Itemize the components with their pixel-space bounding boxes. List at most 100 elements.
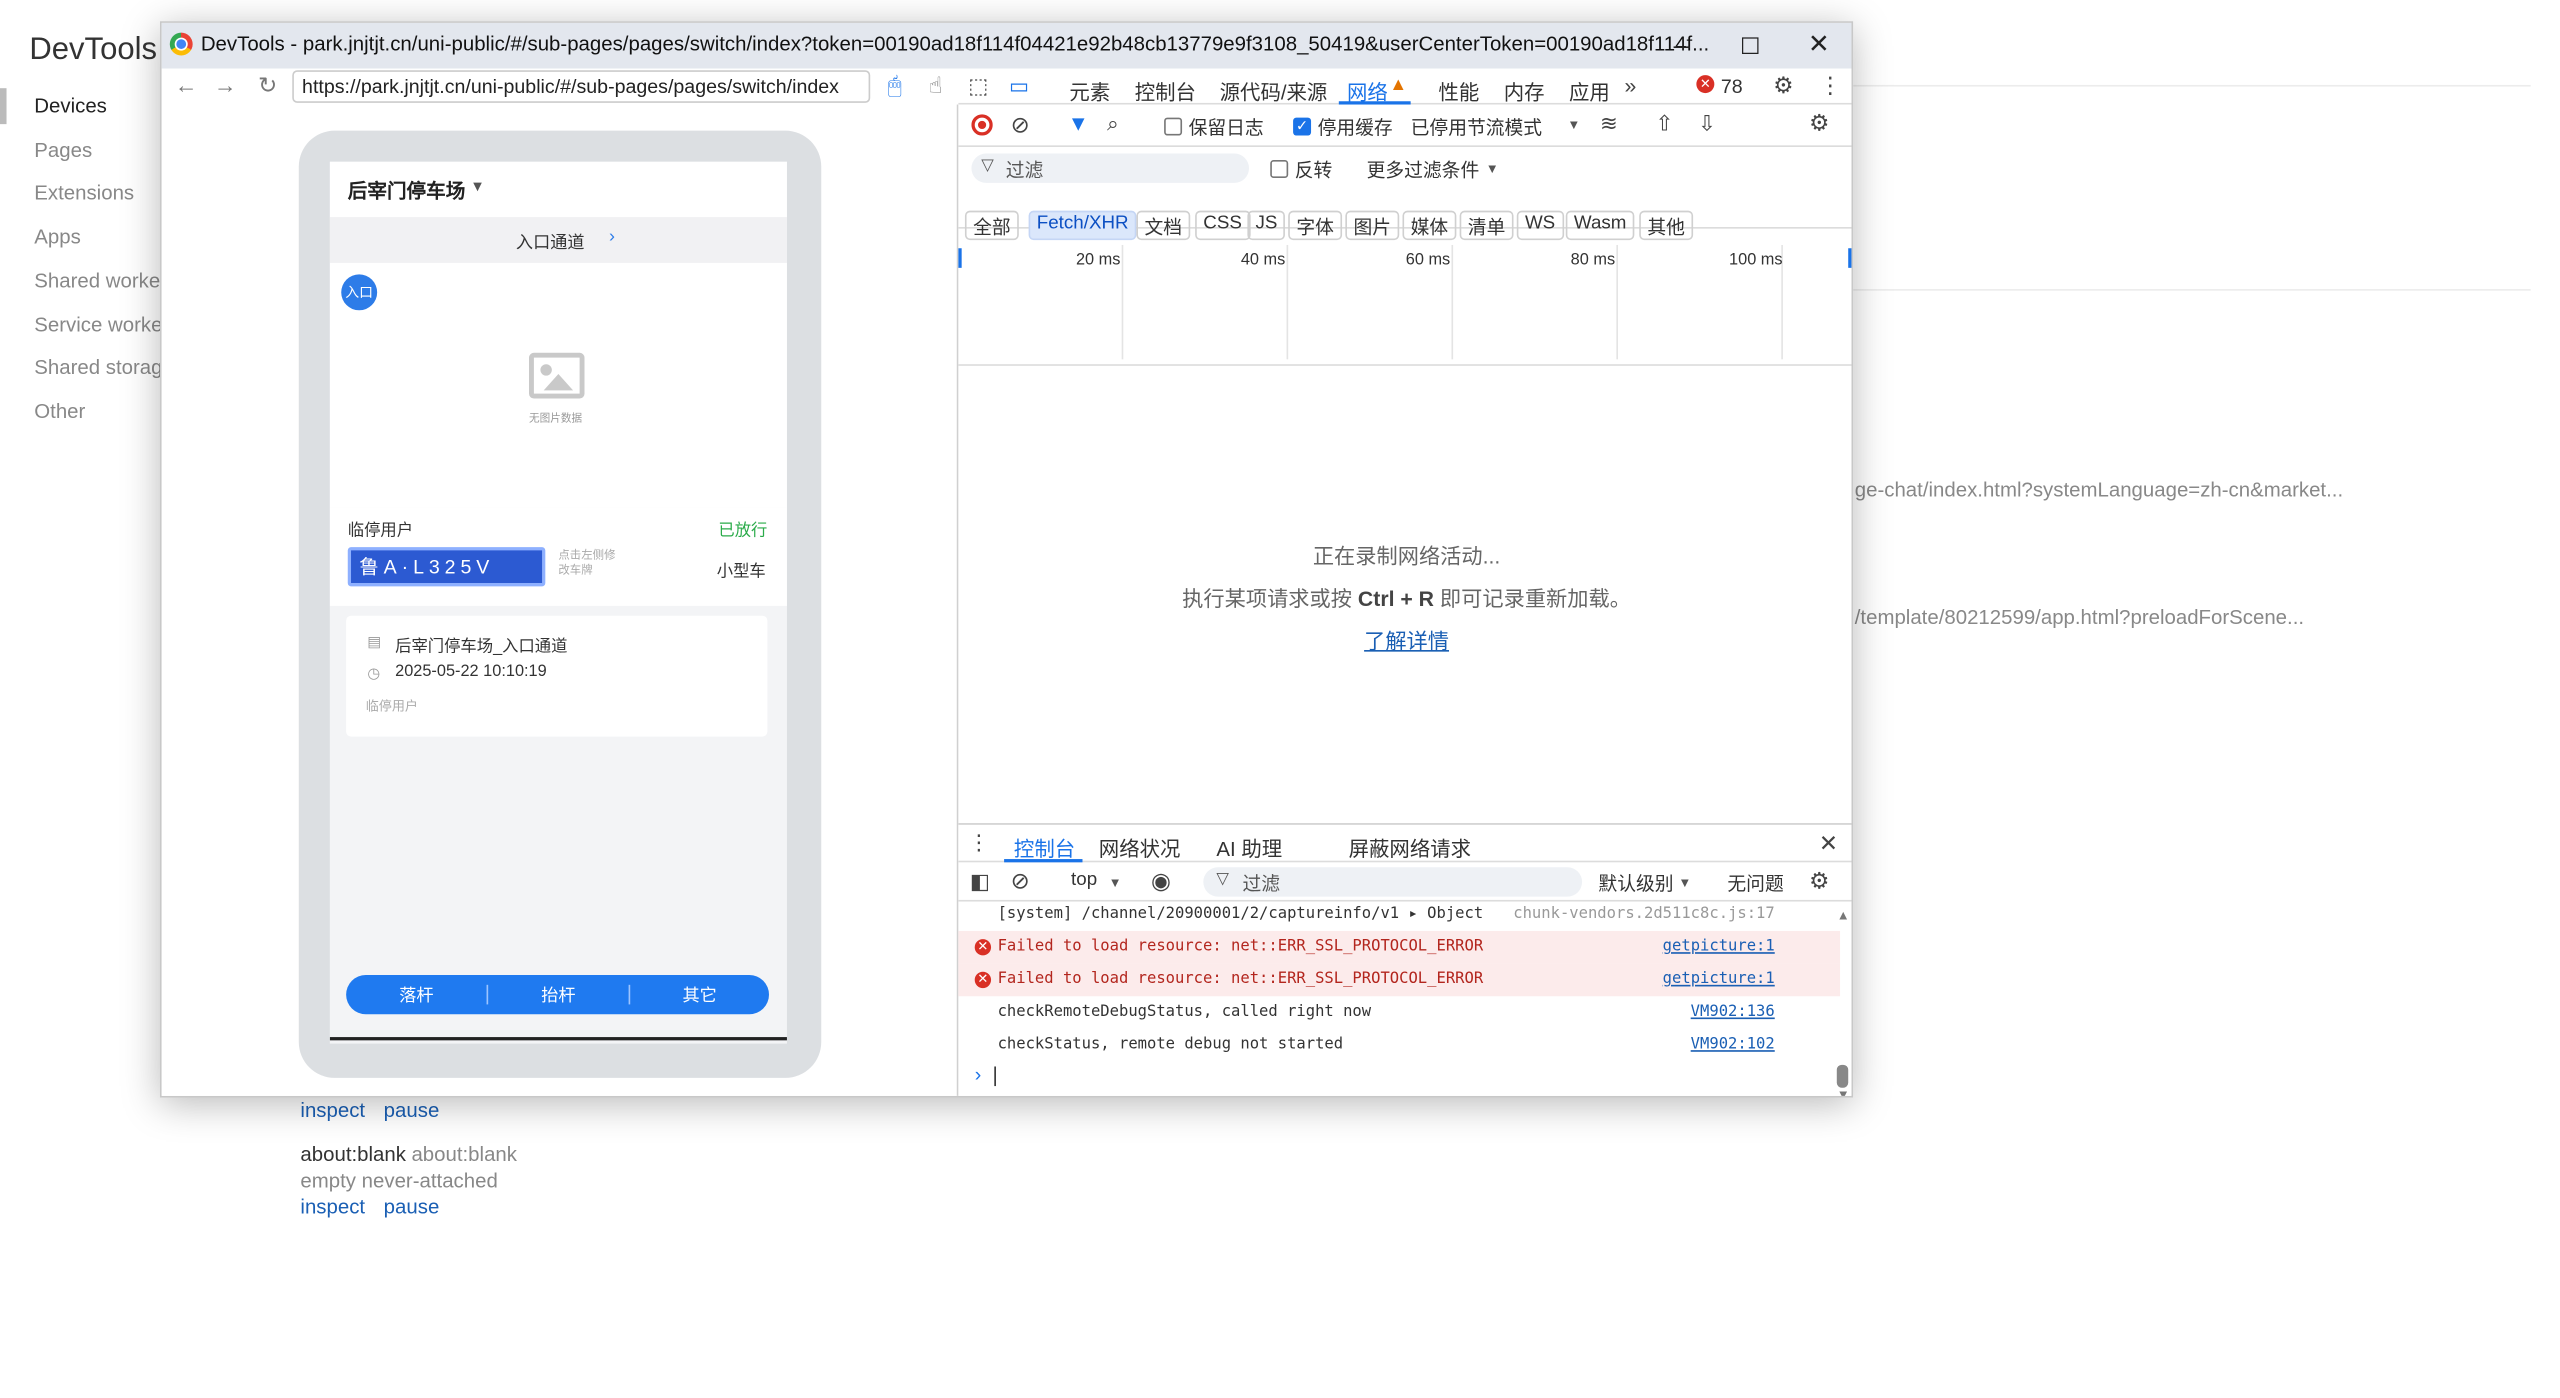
type-filter-img[interactable]: 图片	[1345, 210, 1400, 241]
console-prompt[interactable]: ›	[975, 1063, 982, 1086]
reload-hint: 执行某项请求或按 Ctrl + R 即可记录重新加载。	[958, 581, 1851, 612]
preserve-log-checkbox[interactable]	[1164, 117, 1183, 136]
drawer-tab-network-conditions[interactable]: 网络状况	[1099, 831, 1181, 862]
nav-pages[interactable]: Pages	[34, 139, 92, 162]
type-filter-wasm[interactable]: Wasm	[1565, 210, 1635, 241]
type-filter-ws[interactable]: WS	[1516, 210, 1564, 241]
device-toolbar-icon[interactable]: ▭	[1009, 73, 1029, 99]
nav-shared-workers[interactable]: Shared workers	[34, 269, 177, 292]
sidebar-toggle-icon[interactable]: ◧	[970, 869, 990, 895]
filter-icon: ▽	[1216, 870, 1229, 889]
clear-console-icon[interactable]: ⊘	[1011, 867, 1030, 895]
close-button[interactable]: ✕	[1801, 28, 1837, 64]
clear-icon[interactable]: ⊘	[1011, 111, 1030, 139]
mouse-icon[interactable]: 🖱	[880, 72, 909, 100]
issues-button[interactable]: 无问题	[1727, 870, 1783, 896]
lower-barrier-button[interactable]: 落杆	[346, 983, 486, 1007]
upload-icon[interactable]: ⇧	[1656, 111, 1674, 137]
type-filter-font[interactable]: 字体	[1288, 210, 1343, 241]
type-filter-css[interactable]: CSS	[1195, 210, 1251, 241]
console-source-link[interactable]: VM902:136	[1691, 996, 1775, 1029]
timeline-handle-right[interactable]	[1848, 248, 1852, 268]
maximize-button[interactable]: ☐	[1732, 28, 1768, 64]
lot-name[interactable]: 后宰门停车场	[348, 176, 466, 204]
touch-icon[interactable]: ☝	[921, 72, 950, 100]
settings-icon[interactable]: ⚙	[1773, 72, 1794, 100]
record-icon[interactable]	[971, 114, 993, 136]
inspect-link[interactable]: inspect	[300, 1196, 365, 1219]
more-options-icon[interactable]: ⋮	[1819, 72, 1842, 100]
console-source-link[interactable]: VM902:102	[1691, 1029, 1775, 1062]
url-input[interactable]: https://park.jnjtjt.cn/uni-public/#/sub-…	[292, 70, 871, 103]
type-filter-doc[interactable]: 文档	[1136, 210, 1191, 241]
context-selector[interactable]: top	[1071, 870, 1097, 890]
error-count[interactable]: 78	[1721, 75, 1743, 98]
drawer-menu-icon[interactable]: ⋮	[968, 830, 989, 856]
type-filter-all[interactable]: 全部	[964, 210, 1019, 241]
type-filter-media[interactable]: 媒体	[1402, 210, 1457, 241]
console-filter-input[interactable]: ▽ 过滤	[1203, 867, 1583, 897]
more-tabs-icon[interactable]: »	[1625, 73, 1637, 97]
tab-performance[interactable]: 性能	[1438, 75, 1479, 106]
scroll-up-icon[interactable]: ▲	[1837, 908, 1850, 923]
log-level-select[interactable]: 默认级别	[1598, 870, 1673, 896]
throttle-select[interactable]: 已停用节流模式	[1411, 114, 1542, 140]
nav-extensions[interactable]: Extensions	[34, 181, 134, 204]
nav-shared-storage[interactable]: Shared storage	[34, 356, 174, 379]
network-settings-icon[interactable]: ⚙	[1809, 109, 1830, 137]
scrollbar-thumb[interactable]	[1836, 1064, 1849, 1088]
network-conditions-icon[interactable]: ≋	[1600, 111, 1618, 137]
tab-console[interactable]: 控制台	[1135, 75, 1196, 106]
error-icon[interactable]: ✕	[1696, 75, 1715, 94]
back-icon[interactable]: ←	[171, 72, 200, 98]
console-source-link[interactable]: getpicture:1	[1663, 964, 1775, 997]
close-drawer-icon[interactable]: ✕	[1819, 830, 1838, 858]
search-icon[interactable]: ⌕	[1107, 111, 1119, 137]
dropdown-icon[interactable]: ▼	[470, 178, 485, 194]
nav-other[interactable]: Other	[34, 400, 85, 423]
reload-hint-pre: 执行某项请求或按	[1182, 586, 1353, 611]
raise-barrier-button[interactable]: 抬杆	[488, 983, 628, 1007]
tab-elements[interactable]: 元素	[1069, 75, 1110, 106]
tab-memory[interactable]: 内存	[1504, 75, 1545, 106]
type-filter-other[interactable]: 其他	[1639, 210, 1694, 241]
forward-icon[interactable]: →	[211, 72, 240, 98]
disable-cache-checkbox[interactable]: ✓	[1293, 117, 1312, 136]
pause-link[interactable]: pause	[384, 1099, 440, 1122]
pause-link[interactable]: pause	[384, 1196, 440, 1219]
invert-checkbox[interactable]	[1270, 160, 1289, 179]
filter-icon[interactable]: ▼	[1068, 111, 1089, 135]
console-source-link[interactable]: getpicture:1	[1663, 931, 1775, 964]
console-settings-icon[interactable]: ⚙	[1809, 867, 1830, 895]
tab-sources[interactable]: 源代码/来源	[1220, 75, 1328, 106]
plate-number[interactable]: 鲁A·L325V	[347, 547, 546, 587]
inspect-element-icon[interactable]: ⬚	[968, 73, 988, 99]
warning-icon: ▲	[1389, 75, 1408, 95]
nav-devices[interactable]: Devices	[34, 95, 107, 118]
type-filter-fetch-xhr[interactable]: Fetch/XHR	[1028, 210, 1137, 241]
tab-application[interactable]: 应用	[1569, 75, 1610, 106]
minimize-button[interactable]: ─	[1664, 28, 1700, 64]
filter-input[interactable]: ▽ 过滤	[971, 153, 1250, 183]
reload-icon[interactable]: ↻	[253, 72, 282, 100]
inspect-link[interactable]: inspect	[300, 1099, 365, 1122]
console-source-link[interactable]: chunk-vendors.2d511c8c.js:17	[1513, 898, 1774, 931]
disable-cache-label: 停用缓存	[1317, 119, 1393, 139]
type-filter-js[interactable]: JS	[1247, 210, 1286, 241]
other-button[interactable]: 其它	[630, 983, 769, 1007]
scroll-down-icon[interactable]: ▼	[1837, 1088, 1850, 1096]
type-filter-manifest[interactable]: 清单	[1459, 210, 1514, 241]
divider	[1853, 289, 2531, 291]
drawer-tab-ai-assistant[interactable]: AI 助理	[1216, 831, 1282, 862]
timeline-handle-left[interactable]	[958, 248, 962, 268]
nav-service-workers[interactable]: Service workers	[34, 314, 179, 337]
learn-more-link[interactable]: 了解详情	[958, 624, 1851, 655]
channel-bar[interactable]: 入口通道 ›	[329, 217, 787, 263]
live-expression-icon[interactable]: ◉	[1151, 867, 1171, 895]
download-icon[interactable]: ⇩	[1698, 111, 1716, 137]
drawer-tab-request-blocking[interactable]: 屏蔽网络请求	[1349, 831, 1471, 862]
drawer-tab-console[interactable]: 控制台	[1014, 831, 1075, 862]
more-filters-dropdown[interactable]: 更多过滤条件	[1367, 157, 1480, 183]
nav-apps[interactable]: Apps	[34, 225, 81, 248]
console-caret[interactable]	[994, 1066, 996, 1087]
